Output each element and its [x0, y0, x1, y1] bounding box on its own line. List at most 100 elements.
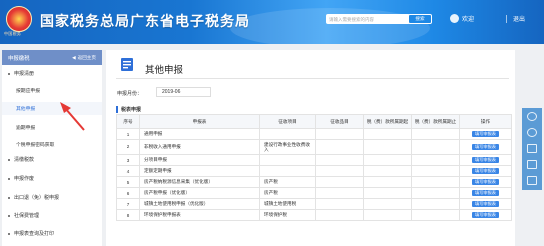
cell-start — [363, 139, 412, 155]
cell-start — [363, 176, 412, 188]
cell-sub — [315, 209, 364, 221]
cell-no: 7 — [116, 198, 140, 210]
table-row: 4 定额定期申报 填写申报表 — [116, 165, 512, 177]
cell-action: 填写申报表 — [459, 139, 512, 155]
fill-form-button[interactable]: 填写申报表 — [472, 168, 499, 174]
cell-item: 建设行政事业性收费收入 — [259, 139, 316, 155]
column-header: 征收项目 — [259, 114, 316, 129]
table-row: 5 房产税纳税源信息采集（优化版） 房产税 填写申报表 — [116, 176, 512, 188]
tax-emblem-icon — [6, 6, 32, 32]
cell-sub — [315, 176, 364, 188]
cell-start — [363, 154, 412, 166]
cell-form: 定额定期申报 — [139, 165, 260, 177]
table-row: 3 分项目申报 填写申报表 — [116, 154, 512, 166]
site-header: 中国税务 国家税务总局广东省电子税务局 搜索 欢迎 退出 — [0, 0, 544, 44]
emblem-caption: 中国税务 — [4, 31, 22, 36]
table-row: 8 环境保护税申报表 环境保护税 填写申报表 — [116, 209, 512, 221]
column-header: 征收品目 — [315, 114, 364, 129]
mobile-icon[interactable] — [527, 160, 537, 169]
cell-no: 6 — [116, 187, 140, 199]
cell-action: 填写申报表 — [459, 209, 512, 221]
cell-start — [363, 128, 412, 140]
cell-sub — [315, 139, 364, 155]
logout-separator — [506, 15, 507, 23]
cell-end — [411, 176, 460, 188]
cell-end — [411, 154, 460, 166]
sidebar-group-social-security[interactable]: 社保费管理 — [2, 212, 108, 219]
cell-form: 环境保护税申报表 — [139, 209, 260, 221]
fill-form-button[interactable]: 填写申报表 — [472, 190, 499, 196]
cell-start — [363, 198, 412, 210]
search-input[interactable] — [326, 14, 410, 24]
document-icon[interactable] — [527, 144, 537, 153]
cell-no: 4 — [116, 165, 140, 177]
cell-no: 1 — [116, 128, 140, 140]
fill-form-button[interactable]: 填写申报表 — [472, 179, 499, 185]
period-label: 申报月份： — [117, 91, 143, 97]
site-title: 国家税务总局广东省电子税务局 — [40, 13, 250, 29]
welcome-text: 欢迎 — [462, 17, 475, 23]
title-divider — [116, 78, 509, 79]
bullet-icon — [8, 196, 10, 199]
fill-form-button[interactable]: 填写申报表 — [472, 201, 499, 207]
cell-action: 填写申报表 — [459, 198, 512, 210]
logout-link[interactable]: 退出 — [513, 14, 525, 23]
declaration-form-icon — [121, 58, 133, 71]
table-row: 2 非税收入通用申报 建设行政事业性收费收入 填写申报表 — [116, 139, 512, 155]
cell-item — [259, 165, 316, 177]
cell-item: 城镇土地使用税 — [259, 198, 316, 210]
cell-start — [363, 187, 412, 199]
bullet-icon — [8, 214, 10, 217]
main-panel: 其他申报 申报月份： 2019-06 税表申报 序号 申报表 征收项目 征收品目… — [106, 50, 515, 246]
page-title: 其他申报 — [145, 65, 184, 76]
cell-end — [411, 165, 460, 177]
cell-end — [411, 128, 460, 140]
cell-form: 房产税申报（优化版） — [139, 187, 260, 199]
column-header: 申报表 — [139, 114, 260, 129]
cell-form: 房产税纳税源信息采集（优化版） — [139, 176, 260, 188]
cell-no: 5 — [116, 176, 140, 188]
bullet-icon — [8, 232, 10, 235]
cell-action: 填写申报表 — [459, 176, 512, 188]
cell-sub — [315, 187, 364, 199]
cell-item: 环境保护税 — [259, 209, 316, 221]
cell-action: 填写申报表 — [459, 187, 512, 199]
fill-form-button[interactable]: 填写申报表 — [472, 144, 499, 150]
cell-form: 通用申报 — [139, 128, 260, 140]
service-icon[interactable] — [527, 112, 537, 121]
cell-form: 分项目申报 — [139, 154, 260, 166]
red-arrow-annotation-icon — [60, 102, 85, 131]
sidebar: 申报缴税 ◀ 返回主页 申报清册 按期应申报 其他申报 逾期申报 个税申报密码获… — [2, 50, 102, 246]
cell-no: 8 — [116, 209, 140, 221]
period-field[interactable]: 2019-06 — [156, 87, 211, 97]
cell-sub — [315, 165, 364, 177]
table-row: 7 城镇土地使用税申报（优化版） 城镇土地使用税 填写申报表 — [116, 198, 512, 210]
cell-sub — [315, 198, 364, 210]
cell-end — [411, 198, 460, 210]
cell-item: 房产税 — [259, 187, 316, 199]
cell-item — [259, 154, 316, 166]
cell-action: 填写申报表 — [459, 165, 512, 177]
column-header: 税（费）款所属期止 — [411, 114, 460, 129]
cell-sub — [315, 128, 364, 140]
fill-form-button[interactable]: 填写申报表 — [472, 131, 499, 137]
cell-no: 3 — [116, 154, 140, 166]
cell-sub — [315, 154, 364, 166]
fill-form-button[interactable]: 填写申报表 — [472, 157, 499, 163]
cell-item — [259, 128, 316, 140]
column-header: 操作 — [459, 114, 512, 129]
sidebar-group-query-print[interactable]: 申报表查询及打印 — [2, 230, 108, 237]
cell-start — [363, 209, 412, 221]
fill-form-button[interactable]: 填写申报表 — [472, 212, 499, 218]
sidebar-group-export-refund[interactable]: 出口退（免）税申报 — [2, 194, 108, 201]
declaration-table: 序号 申报表 征收项目 征收品目 税（费）款所属期起 税（费）款所属期止 操作 … — [116, 114, 512, 221]
search-button[interactable]: 搜索 — [408, 14, 432, 24]
chat-icon[interactable] — [527, 128, 537, 137]
table-header-row: 序号 申报表 征收项目 征收品目 税（费）款所属期起 税（费）款所属期止 操作 — [116, 114, 512, 129]
user-icon — [450, 14, 459, 23]
table-row: 6 房产税申报（优化版） 房产税 填写申报表 — [116, 187, 512, 199]
feedback-icon[interactable] — [527, 176, 537, 185]
cell-end — [411, 209, 460, 221]
table-row: 1 通用申报 填写申报表 — [116, 128, 512, 140]
floating-toolbar — [522, 108, 542, 190]
